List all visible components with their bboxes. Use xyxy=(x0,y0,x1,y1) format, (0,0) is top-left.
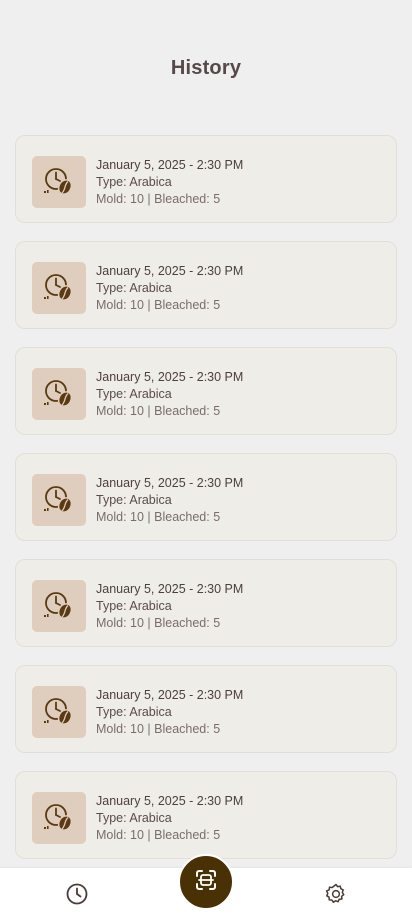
card-type: Type: Arabica xyxy=(96,705,172,719)
page-title: History xyxy=(170,57,242,79)
history-card[interactable]: January 5, 2025 - 2:30 PM Type: Arabica … xyxy=(15,347,397,435)
clock-coffee-bean-icon xyxy=(32,792,86,844)
card-stats: Mold: 10 | Bleached: 5 xyxy=(96,616,221,630)
history-card[interactable]: January 5, 2025 - 2:30 PM Type: Arabica … xyxy=(15,135,397,223)
clock-coffee-bean-icon xyxy=(32,156,86,208)
clock-coffee-bean-icon xyxy=(32,368,86,420)
card-date: January 5, 2025 - 2:30 PM xyxy=(96,158,244,172)
scan-icon xyxy=(194,868,218,897)
scan-button[interactable] xyxy=(178,854,234,910)
card-date: January 5, 2025 - 2:30 PM xyxy=(96,264,244,278)
card-text: January 5, 2025 - 2:30 PM Type: Arabica … xyxy=(96,793,243,844)
card-date: January 5, 2025 - 2:30 PM xyxy=(96,582,244,596)
card-text: January 5, 2025 - 2:30 PM Type: Arabica … xyxy=(96,157,243,208)
card-date: January 5, 2025 - 2:30 PM xyxy=(96,476,244,490)
history-card[interactable]: January 5, 2025 - 2:30 PM Type: Arabica … xyxy=(15,241,397,329)
card-type: Type: Arabica xyxy=(96,599,172,613)
clock-coffee-bean-icon xyxy=(32,474,86,526)
card-stats: Mold: 10 | Bleached: 5 xyxy=(96,404,221,418)
card-text: January 5, 2025 - 2:30 PM Type: Arabica … xyxy=(96,687,243,738)
card-type: Type: Arabica xyxy=(96,387,172,401)
history-card[interactable]: January 5, 2025 - 2:30 PM Type: Arabica … xyxy=(15,559,397,647)
history-card[interactable]: January 5, 2025 - 2:30 PM Type: Arabica … xyxy=(15,771,397,859)
card-stats: Mold: 10 | Bleached: 5 xyxy=(96,722,221,736)
history-card[interactable]: January 5, 2025 - 2:30 PM Type: Arabica … xyxy=(15,665,397,753)
clock-coffee-bean-icon xyxy=(32,580,86,632)
card-type: Type: Arabica xyxy=(96,281,172,295)
history-list: January 5, 2025 - 2:30 PM Type: Arabica … xyxy=(15,135,397,877)
history-screen: History January 5, 2025 - 2:30 PM Type: … xyxy=(0,0,412,917)
gear-icon[interactable] xyxy=(323,881,349,907)
clock-icon[interactable] xyxy=(64,881,90,907)
card-stats: Mold: 10 | Bleached: 5 xyxy=(96,192,221,206)
card-stats: Mold: 10 | Bleached: 5 xyxy=(96,298,221,312)
card-text: January 5, 2025 - 2:30 PM Type: Arabica … xyxy=(96,475,243,526)
card-date: January 5, 2025 - 2:30 PM xyxy=(96,688,244,702)
history-card[interactable]: January 5, 2025 - 2:30 PM Type: Arabica … xyxy=(15,453,397,541)
clock-coffee-bean-icon xyxy=(32,686,86,738)
clock-coffee-bean-icon xyxy=(32,262,86,314)
card-stats: Mold: 10 | Bleached: 5 xyxy=(96,510,221,524)
card-date: January 5, 2025 - 2:30 PM xyxy=(96,370,244,384)
card-type: Type: Arabica xyxy=(96,493,172,507)
card-type: Type: Arabica xyxy=(96,811,172,825)
card-text: January 5, 2025 - 2:30 PM Type: Arabica … xyxy=(96,581,243,632)
card-type: Type: Arabica xyxy=(96,175,172,189)
card-text: January 5, 2025 - 2:30 PM Type: Arabica … xyxy=(96,369,243,420)
card-stats: Mold: 10 | Bleached: 5 xyxy=(96,828,221,842)
card-date: January 5, 2025 - 2:30 PM xyxy=(96,794,244,808)
card-text: January 5, 2025 - 2:30 PM Type: Arabica … xyxy=(96,263,243,314)
